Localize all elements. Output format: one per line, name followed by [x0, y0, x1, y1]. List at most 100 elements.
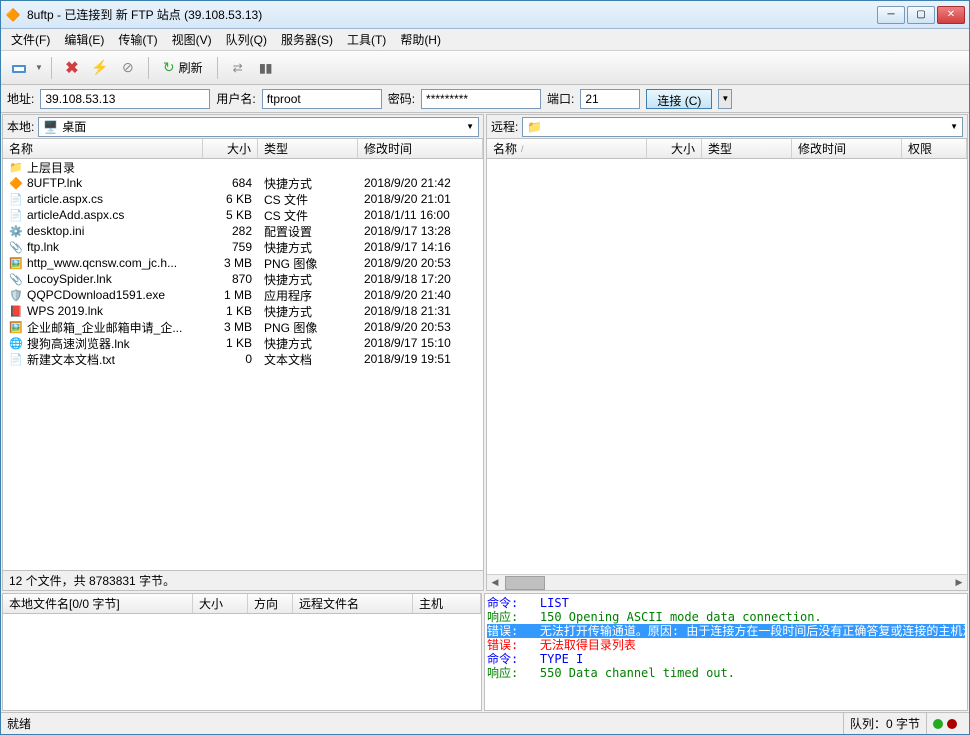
menu-edit[interactable]: 编辑(E): [58, 29, 110, 50]
remote-file-list[interactable]: [487, 159, 967, 574]
port-input[interactable]: [580, 89, 640, 109]
queue-pane: 本地文件名[0/0 字节] 大小 方向 远程文件名 主机: [2, 593, 482, 711]
menu-server[interactable]: 服务器(S): [275, 29, 339, 50]
col-name[interactable]: 名称/: [487, 139, 647, 158]
address-input[interactable]: [40, 89, 210, 109]
dropdown-icon[interactable]: ▼: [35, 63, 43, 72]
menu-file[interactable]: 文件(F): [5, 29, 56, 50]
menu-help[interactable]: 帮助(H): [394, 29, 447, 50]
file-row[interactable]: 📎ftp.lnk759快捷方式2018/9/17 14:16: [3, 239, 483, 255]
file-row[interactable]: 📄article.aspx.cs6 KBCS 文件2018/9/20 21:01: [3, 191, 483, 207]
local-summary: 12 个文件，共 8783831 字节。: [3, 570, 483, 590]
local-file-list[interactable]: 📁上层目录🔶8UFTP.lnk684快捷方式2018/9/20 21:42📄ar…: [3, 159, 483, 570]
file-row[interactable]: 📄新建文本文档.txt0文本文档2018/9/19 19:51: [3, 351, 483, 367]
refresh-icon: ↻: [163, 59, 175, 76]
remote-path-select[interactable]: 📁 ▼: [522, 117, 963, 137]
folder-icon: 📁: [527, 120, 542, 134]
status-bar: 就绪 队列：0 字节: [1, 712, 969, 734]
local-label: 本地:: [7, 118, 34, 135]
menu-view[interactable]: 视图(V): [166, 29, 218, 50]
file-row[interactable]: 🛡️QQPCDownload1591.exe1 MB应用程序2018/9/20 …: [3, 287, 483, 303]
col-host[interactable]: 主机: [413, 594, 481, 613]
col-mtime[interactable]: 修改时间: [792, 139, 902, 158]
connect-dropdown[interactable]: ▼: [718, 89, 732, 109]
file-icon: 📎: [9, 272, 23, 286]
chevron-down-icon: ▼: [466, 122, 474, 131]
col-type[interactable]: 类型: [702, 139, 792, 158]
updir-row[interactable]: 📁上层目录: [3, 159, 483, 175]
col-type[interactable]: 类型: [258, 139, 358, 158]
bottom-panes: 本地文件名[0/0 字节] 大小 方向 远程文件名 主机 命令: LIST响应:…: [1, 592, 969, 712]
local-pane: 本地: 🖥️ 桌面 ▼ 名称 大小 类型 修改时间 📁上层目录🔶8UFTP.ln…: [2, 114, 484, 591]
menu-queue[interactable]: 队列(Q): [220, 29, 273, 50]
col-mtime[interactable]: 修改时间: [358, 139, 483, 158]
file-icon: ⚙️: [9, 224, 23, 238]
col-remotefile[interactable]: 远程文件名: [293, 594, 413, 613]
file-row[interactable]: 🔶8UFTP.lnk684快捷方式2018/9/20 21:42: [3, 175, 483, 191]
updir-icon: 📁: [9, 160, 23, 174]
pause-icon[interactable]: ▮▮: [254, 56, 278, 80]
file-row[interactable]: 🌐搜狗高速浏览器.lnk1 KB快捷方式2018/9/17 15:10: [3, 335, 483, 351]
refresh-button[interactable]: ↻刷新: [157, 56, 209, 80]
file-row[interactable]: 🖼️http_www.qcnsw.com_jc.h...3 MBPNG 图像20…: [3, 255, 483, 271]
col-size[interactable]: 大小: [203, 139, 258, 158]
file-row[interactable]: 📎LocoySpider.lnk870快捷方式2018/9/18 17:20: [3, 271, 483, 287]
log-line: 错误: 无法打开传输通道。原因: 由于连接方在一段时间后没有正确答复或连接的主机…: [487, 624, 965, 638]
col-size[interactable]: 大小: [193, 594, 248, 613]
indicator-red-icon: [947, 719, 957, 729]
remote-scrollbar[interactable]: ◀▶: [487, 574, 967, 590]
desktop-icon: 🖥️: [43, 120, 58, 134]
port-label: 端口:: [547, 90, 574, 107]
menu-tools[interactable]: 工具(T): [341, 29, 392, 50]
file-icon: 📄: [9, 192, 23, 206]
connect-button[interactable]: 连接 (C): [646, 89, 712, 109]
reconnect-icon[interactable]: ⚡: [88, 56, 112, 80]
status-ready: 就绪: [7, 715, 31, 732]
password-input[interactable]: [421, 89, 541, 109]
maximize-button[interactable]: ▢: [907, 6, 935, 24]
disconnect-icon[interactable]: ✖: [60, 56, 84, 80]
window-title: 8uftp - 已连接到 新 FTP 站点 (39.108.53.13): [27, 6, 877, 23]
file-row[interactable]: ⚙️desktop.ini282配置设置2018/9/17 13:28: [3, 223, 483, 239]
queue-columns: 本地文件名[0/0 字节] 大小 方向 远程文件名 主机: [3, 594, 481, 614]
local-path-select[interactable]: 🖥️ 桌面 ▼: [38, 117, 479, 137]
local-columns: 名称 大小 类型 修改时间: [3, 139, 483, 159]
local-path-bar: 本地: 🖥️ 桌面 ▼: [3, 115, 483, 139]
sync-icon[interactable]: ⇄: [226, 56, 250, 80]
connection-bar: 地址: 用户名: 密码: 端口: 连接 (C) ▼: [1, 85, 969, 113]
window-buttons: ─ ▢ ✕: [877, 6, 965, 24]
file-icon: 📎: [9, 240, 23, 254]
connect-icon[interactable]: [7, 56, 31, 80]
queue-list[interactable]: [3, 614, 481, 710]
menu-transfer[interactable]: 传输(T): [112, 29, 163, 50]
col-localfile[interactable]: 本地文件名[0/0 字节]: [3, 594, 193, 613]
username-input[interactable]: [262, 89, 382, 109]
file-row[interactable]: 📄articleAdd.aspx.cs5 KBCS 文件2018/1/11 16…: [3, 207, 483, 223]
log-line: 错误: 无法取得目录列表: [487, 638, 965, 652]
remote-columns: 名称/ 大小 类型 修改时间 权限: [487, 139, 967, 159]
indicator-green-icon: [933, 719, 943, 729]
password-label: 密码:: [388, 90, 415, 107]
file-icon: 🔶: [9, 176, 23, 190]
status-queue: 队列：0 字节: [843, 713, 926, 734]
minimize-button[interactable]: ─: [877, 6, 905, 24]
col-direction[interactable]: 方向: [248, 594, 293, 613]
col-size[interactable]: 大小: [647, 139, 702, 158]
abort-icon[interactable]: ⊘: [116, 56, 140, 80]
close-button[interactable]: ✕: [937, 6, 965, 24]
file-icon: 🛡️: [9, 288, 23, 302]
file-icon: 🌐: [9, 336, 23, 350]
file-row[interactable]: 🖼️企业邮箱_企业邮箱申请_企...3 MBPNG 图像2018/9/20 20…: [3, 319, 483, 335]
status-indicators: [926, 713, 963, 734]
toolbar: ▼ ✖ ⚡ ⊘ ↻刷新 ⇄ ▮▮: [1, 51, 969, 85]
file-icon: 📄: [9, 352, 23, 366]
log-pane[interactable]: 命令: LIST响应: 150 Opening ASCII mode data …: [484, 593, 968, 711]
file-row[interactable]: 📕WPS 2019.lnk1 KB快捷方式2018/9/18 21:31: [3, 303, 483, 319]
col-name[interactable]: 名称: [3, 139, 203, 158]
address-label: 地址:: [7, 90, 34, 107]
col-perm[interactable]: 权限: [902, 139, 967, 158]
title-bar: 🔶 8uftp - 已连接到 新 FTP 站点 (39.108.53.13) ─…: [1, 1, 969, 29]
log-line: 响应: 150 Opening ASCII mode data connecti…: [487, 610, 965, 624]
chevron-down-icon: ▼: [950, 122, 958, 131]
remote-path-bar: 远程: 📁 ▼: [487, 115, 967, 139]
